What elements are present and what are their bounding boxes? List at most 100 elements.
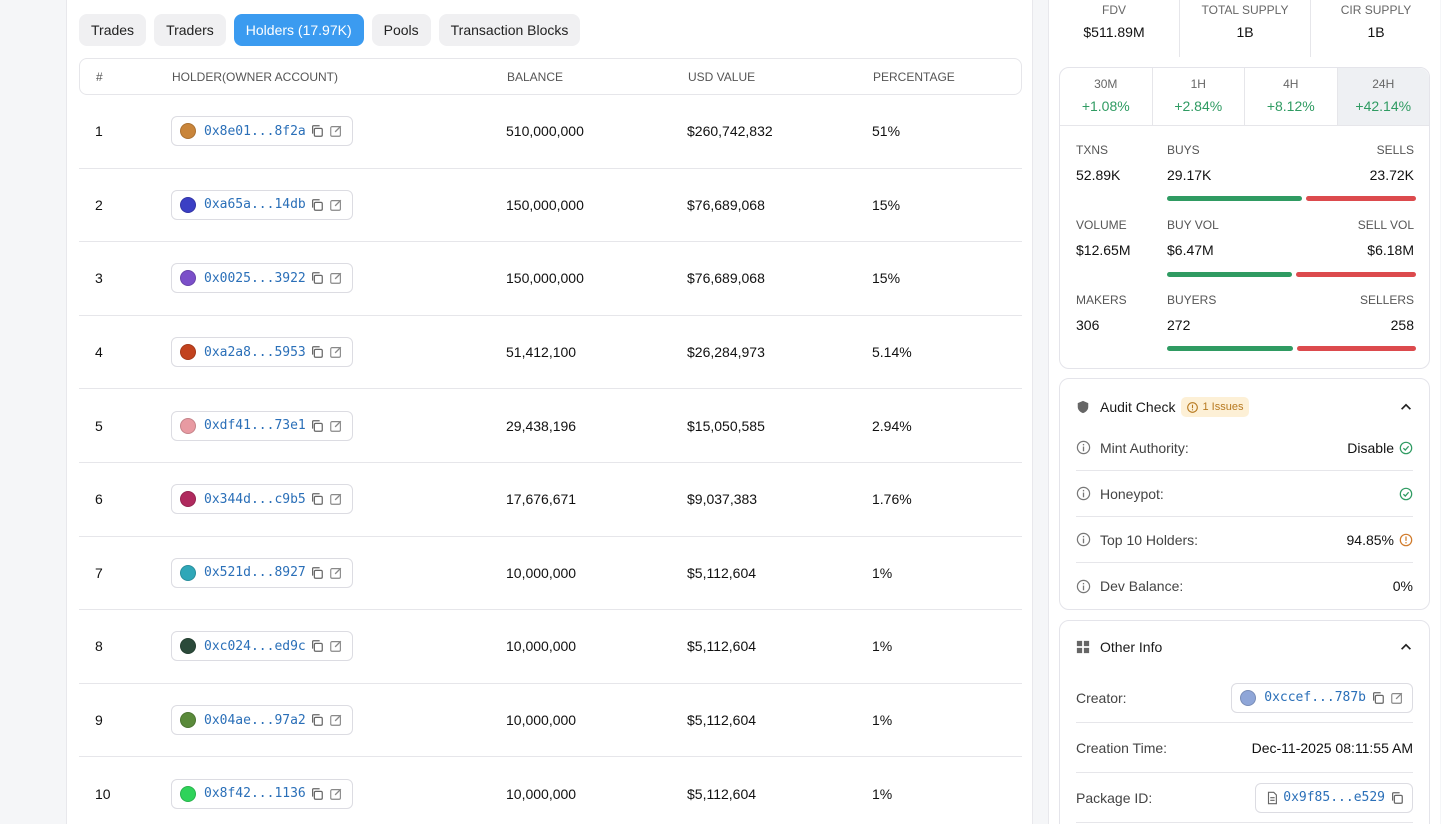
avatar bbox=[180, 344, 196, 361]
tab-holders[interactable]: Holders (17.97K) bbox=[233, 14, 364, 46]
buy-share-bar bbox=[1167, 196, 1302, 201]
info-icon[interactable] bbox=[1076, 532, 1091, 547]
holder-address-pill[interactable]: 0xa65a...14db bbox=[171, 189, 353, 220]
chevron-up-icon[interactable] bbox=[1399, 640, 1413, 654]
holder-address[interactable]: 0x521d...8927 bbox=[204, 565, 306, 580]
package-id-value: 0x9f85...e529 bbox=[1255, 782, 1413, 813]
edit-icon[interactable] bbox=[329, 786, 344, 801]
package-id-pill[interactable]: 0x9f85...e529 bbox=[1255, 782, 1413, 813]
other-info-card: Other Info Creator: 0xccef...787b Creati… bbox=[1059, 620, 1430, 824]
other-info-header[interactable]: Other Info bbox=[1060, 621, 1429, 673]
holder-address-pill[interactable]: 0x0025...3922 bbox=[171, 263, 353, 294]
percentage-cell: 2.94% bbox=[872, 417, 912, 434]
buy-vol-label: BUY VOL bbox=[1167, 218, 1219, 232]
copy-icon[interactable] bbox=[1389, 790, 1404, 805]
holder-cell: 0xa65a...14db bbox=[171, 189, 506, 220]
edit-icon[interactable] bbox=[329, 418, 344, 433]
token-info-panel: FDV $511.89M TOTAL SUPPLY 1B CIR SUPPLY … bbox=[1048, 0, 1440, 824]
holder-address-pill[interactable]: 0xa2a8...5953 bbox=[171, 337, 353, 368]
copy-icon[interactable] bbox=[310, 639, 325, 654]
copy-icon[interactable] bbox=[310, 492, 325, 507]
edit-icon[interactable] bbox=[329, 197, 344, 212]
timeframe-24h[interactable]: 24H +42.14% bbox=[1337, 68, 1429, 125]
copy-icon[interactable] bbox=[310, 418, 325, 433]
sells-label: SELLS bbox=[1376, 143, 1414, 157]
copy-icon[interactable] bbox=[310, 271, 325, 286]
rank-cell: 5 bbox=[95, 417, 103, 434]
edit-icon[interactable] bbox=[329, 345, 344, 360]
holder-address[interactable]: 0x0025...3922 bbox=[204, 271, 306, 286]
info-icon[interactable] bbox=[1076, 440, 1091, 455]
chevron-up-icon[interactable] bbox=[1399, 400, 1413, 414]
creator-address-pill[interactable]: 0xccef...787b bbox=[1231, 682, 1413, 713]
holder-cell: 0x0025...3922 bbox=[171, 263, 506, 294]
timeframe-4h[interactable]: 4H +8.12% bbox=[1245, 68, 1338, 125]
copy-icon[interactable] bbox=[310, 124, 325, 139]
edit-icon[interactable] bbox=[329, 565, 344, 580]
holder-address[interactable]: 0x04ae...97a2 bbox=[204, 713, 306, 728]
edit-icon[interactable] bbox=[329, 124, 344, 139]
avatar bbox=[180, 712, 196, 729]
holder-cell: 0x521d...8927 bbox=[171, 557, 506, 588]
tab-transaction-blocks[interactable]: Transaction Blocks bbox=[438, 14, 581, 46]
info-icon[interactable] bbox=[1076, 579, 1091, 594]
copy-icon[interactable] bbox=[310, 565, 325, 580]
holder-address[interactable]: 0x344d...c9b5 bbox=[204, 492, 306, 507]
edit-icon[interactable] bbox=[329, 492, 344, 507]
copy-icon[interactable] bbox=[310, 713, 325, 728]
holder-address-pill[interactable]: 0x04ae...97a2 bbox=[171, 705, 353, 736]
makers-label: MAKERS bbox=[1076, 293, 1127, 307]
holder-address-pill[interactable]: 0xdf41...73e1 bbox=[171, 410, 353, 441]
audit-check-title: Audit Check bbox=[1100, 399, 1176, 415]
holder-address-pill[interactable]: 0xc024...ed9c bbox=[171, 631, 353, 662]
creator-address[interactable]: 0xccef...787b bbox=[1264, 690, 1366, 705]
edit-icon[interactable] bbox=[329, 271, 344, 286]
edit-icon[interactable] bbox=[1389, 690, 1404, 705]
sell-vol-label: SELL VOL bbox=[1357, 218, 1414, 232]
cir-supply-stat: CIR SUPPLY 1B bbox=[1311, 0, 1441, 57]
holder-address[interactable]: 0xdf41...73e1 bbox=[204, 418, 306, 433]
holder-address[interactable]: 0x8f42...1136 bbox=[204, 786, 306, 801]
table-header: # HOLDER(OWNER ACCOUNT) BALANCE USD VALU… bbox=[79, 58, 1022, 95]
txns-label: TXNS bbox=[1076, 143, 1109, 157]
package-icon bbox=[1264, 790, 1279, 805]
creation-time-value: Dec-11-2025 08:11:55 AM bbox=[1251, 739, 1413, 756]
copy-icon[interactable] bbox=[1370, 690, 1385, 705]
holder-address-pill[interactable]: 0x8e01...8f2a bbox=[171, 116, 353, 147]
buys-label: BUYS bbox=[1167, 143, 1200, 157]
copy-icon[interactable] bbox=[310, 786, 325, 801]
holder-address-pill[interactable]: 0x521d...8927 bbox=[171, 557, 353, 588]
audit-row: Honeypot: bbox=[1076, 471, 1413, 517]
timeframe-1h[interactable]: 1H +2.84% bbox=[1153, 68, 1245, 125]
warning-icon bbox=[1399, 533, 1413, 546]
timeframe-change: +1.08% bbox=[1081, 98, 1130, 114]
tab-traders[interactable]: Traders bbox=[154, 14, 226, 46]
sell-share-bar bbox=[1296, 272, 1416, 277]
package-id-address[interactable]: 0x9f85...e529 bbox=[1283, 790, 1385, 805]
fdv-stat: FDV $511.89M bbox=[1049, 0, 1180, 57]
tab-trades[interactable]: Trades bbox=[79, 14, 147, 46]
holder-address-pill[interactable]: 0x344d...c9b5 bbox=[171, 484, 353, 515]
percentage-cell: 51% bbox=[872, 123, 901, 140]
grid-icon bbox=[1076, 640, 1090, 654]
copy-icon[interactable] bbox=[310, 197, 325, 212]
edit-icon[interactable] bbox=[329, 713, 344, 728]
txns-ratio-bar bbox=[1167, 196, 1416, 201]
rank-cell: 3 bbox=[95, 270, 103, 287]
avatar bbox=[180, 270, 196, 287]
makers-metric: MAKERS BUYERS SELLERS 306 272 258 bbox=[1076, 293, 1414, 333]
balance-cell: 10,000,000 bbox=[506, 712, 577, 729]
usd-value-cell: $9,037,383 bbox=[687, 491, 758, 508]
holder-address[interactable]: 0xc024...ed9c bbox=[204, 639, 306, 654]
makers-ratio-bar bbox=[1167, 346, 1416, 351]
holder-address[interactable]: 0xa65a...14db bbox=[204, 197, 306, 212]
tab-pools[interactable]: Pools bbox=[371, 14, 431, 46]
info-icon[interactable] bbox=[1076, 486, 1091, 501]
copy-icon[interactable] bbox=[310, 345, 325, 360]
holder-address[interactable]: 0x8e01...8f2a bbox=[204, 124, 306, 139]
edit-icon[interactable] bbox=[329, 639, 344, 654]
timeframe-30m[interactable]: 30M +1.08% bbox=[1060, 68, 1153, 125]
holder-address[interactable]: 0xa2a8...5953 bbox=[204, 345, 306, 360]
holder-address-pill[interactable]: 0x8f42...1136 bbox=[171, 778, 353, 809]
table-row: 6 0x344d...c9b5 17,676,671 $9,037,383 1.… bbox=[79, 463, 1022, 537]
